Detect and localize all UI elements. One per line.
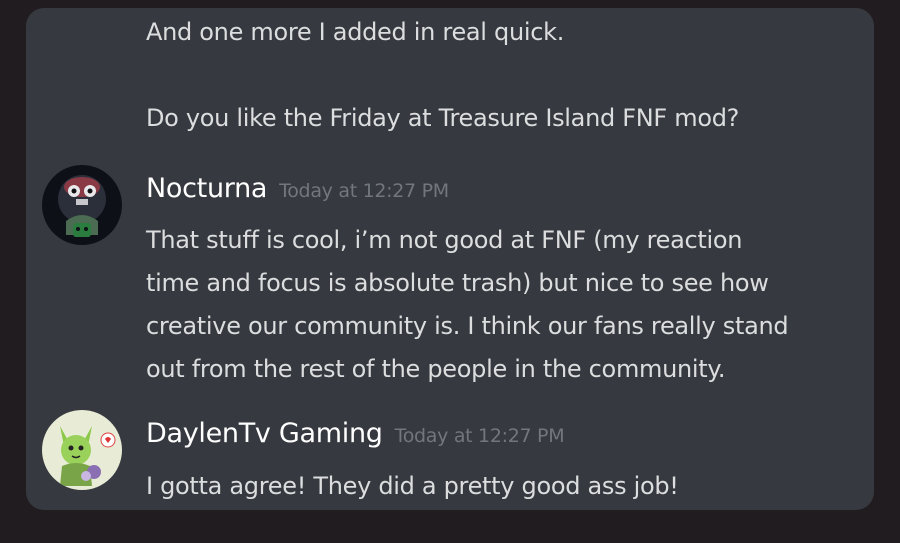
message-line: That stuff is cool, i’m not good at FNF … [146, 226, 743, 254]
message-line: creative our community is. I think our f… [146, 312, 789, 340]
message-line: And one more I added in real quick. [146, 18, 565, 46]
message-line: Do you like the Friday at Treasure Islan… [146, 104, 740, 132]
username[interactable]: Nocturna [146, 173, 267, 204]
timestamp[interactable]: Today at 12:27 PM [395, 425, 565, 447]
avatar-image [42, 410, 122, 490]
username[interactable]: DaylenTv Gaming [146, 418, 383, 449]
message-line: time and focus is absolute trash) but ni… [146, 269, 769, 297]
timestamp[interactable]: Today at 12:27 PM [279, 180, 449, 202]
avatar-image [42, 165, 122, 245]
message-header: Nocturna Today at 12:27 PM [146, 173, 449, 204]
message-line: I gotta agree! They did a pretty good as… [146, 472, 679, 500]
message-header: DaylenTv Gaming Today at 12:27 PM [146, 418, 565, 449]
message-content: That stuff is cool, i’m not good at FNF … [146, 219, 856, 391]
message-content: I gotta agree! They did a pretty good as… [146, 465, 856, 508]
nocturna-avatar[interactable] [42, 165, 122, 245]
daylentv-avatar[interactable] [42, 410, 122, 490]
message-line: out from the rest of the people in the c… [146, 355, 726, 383]
chat-message-panel: And one more I added in real quick. Do y… [26, 8, 874, 510]
